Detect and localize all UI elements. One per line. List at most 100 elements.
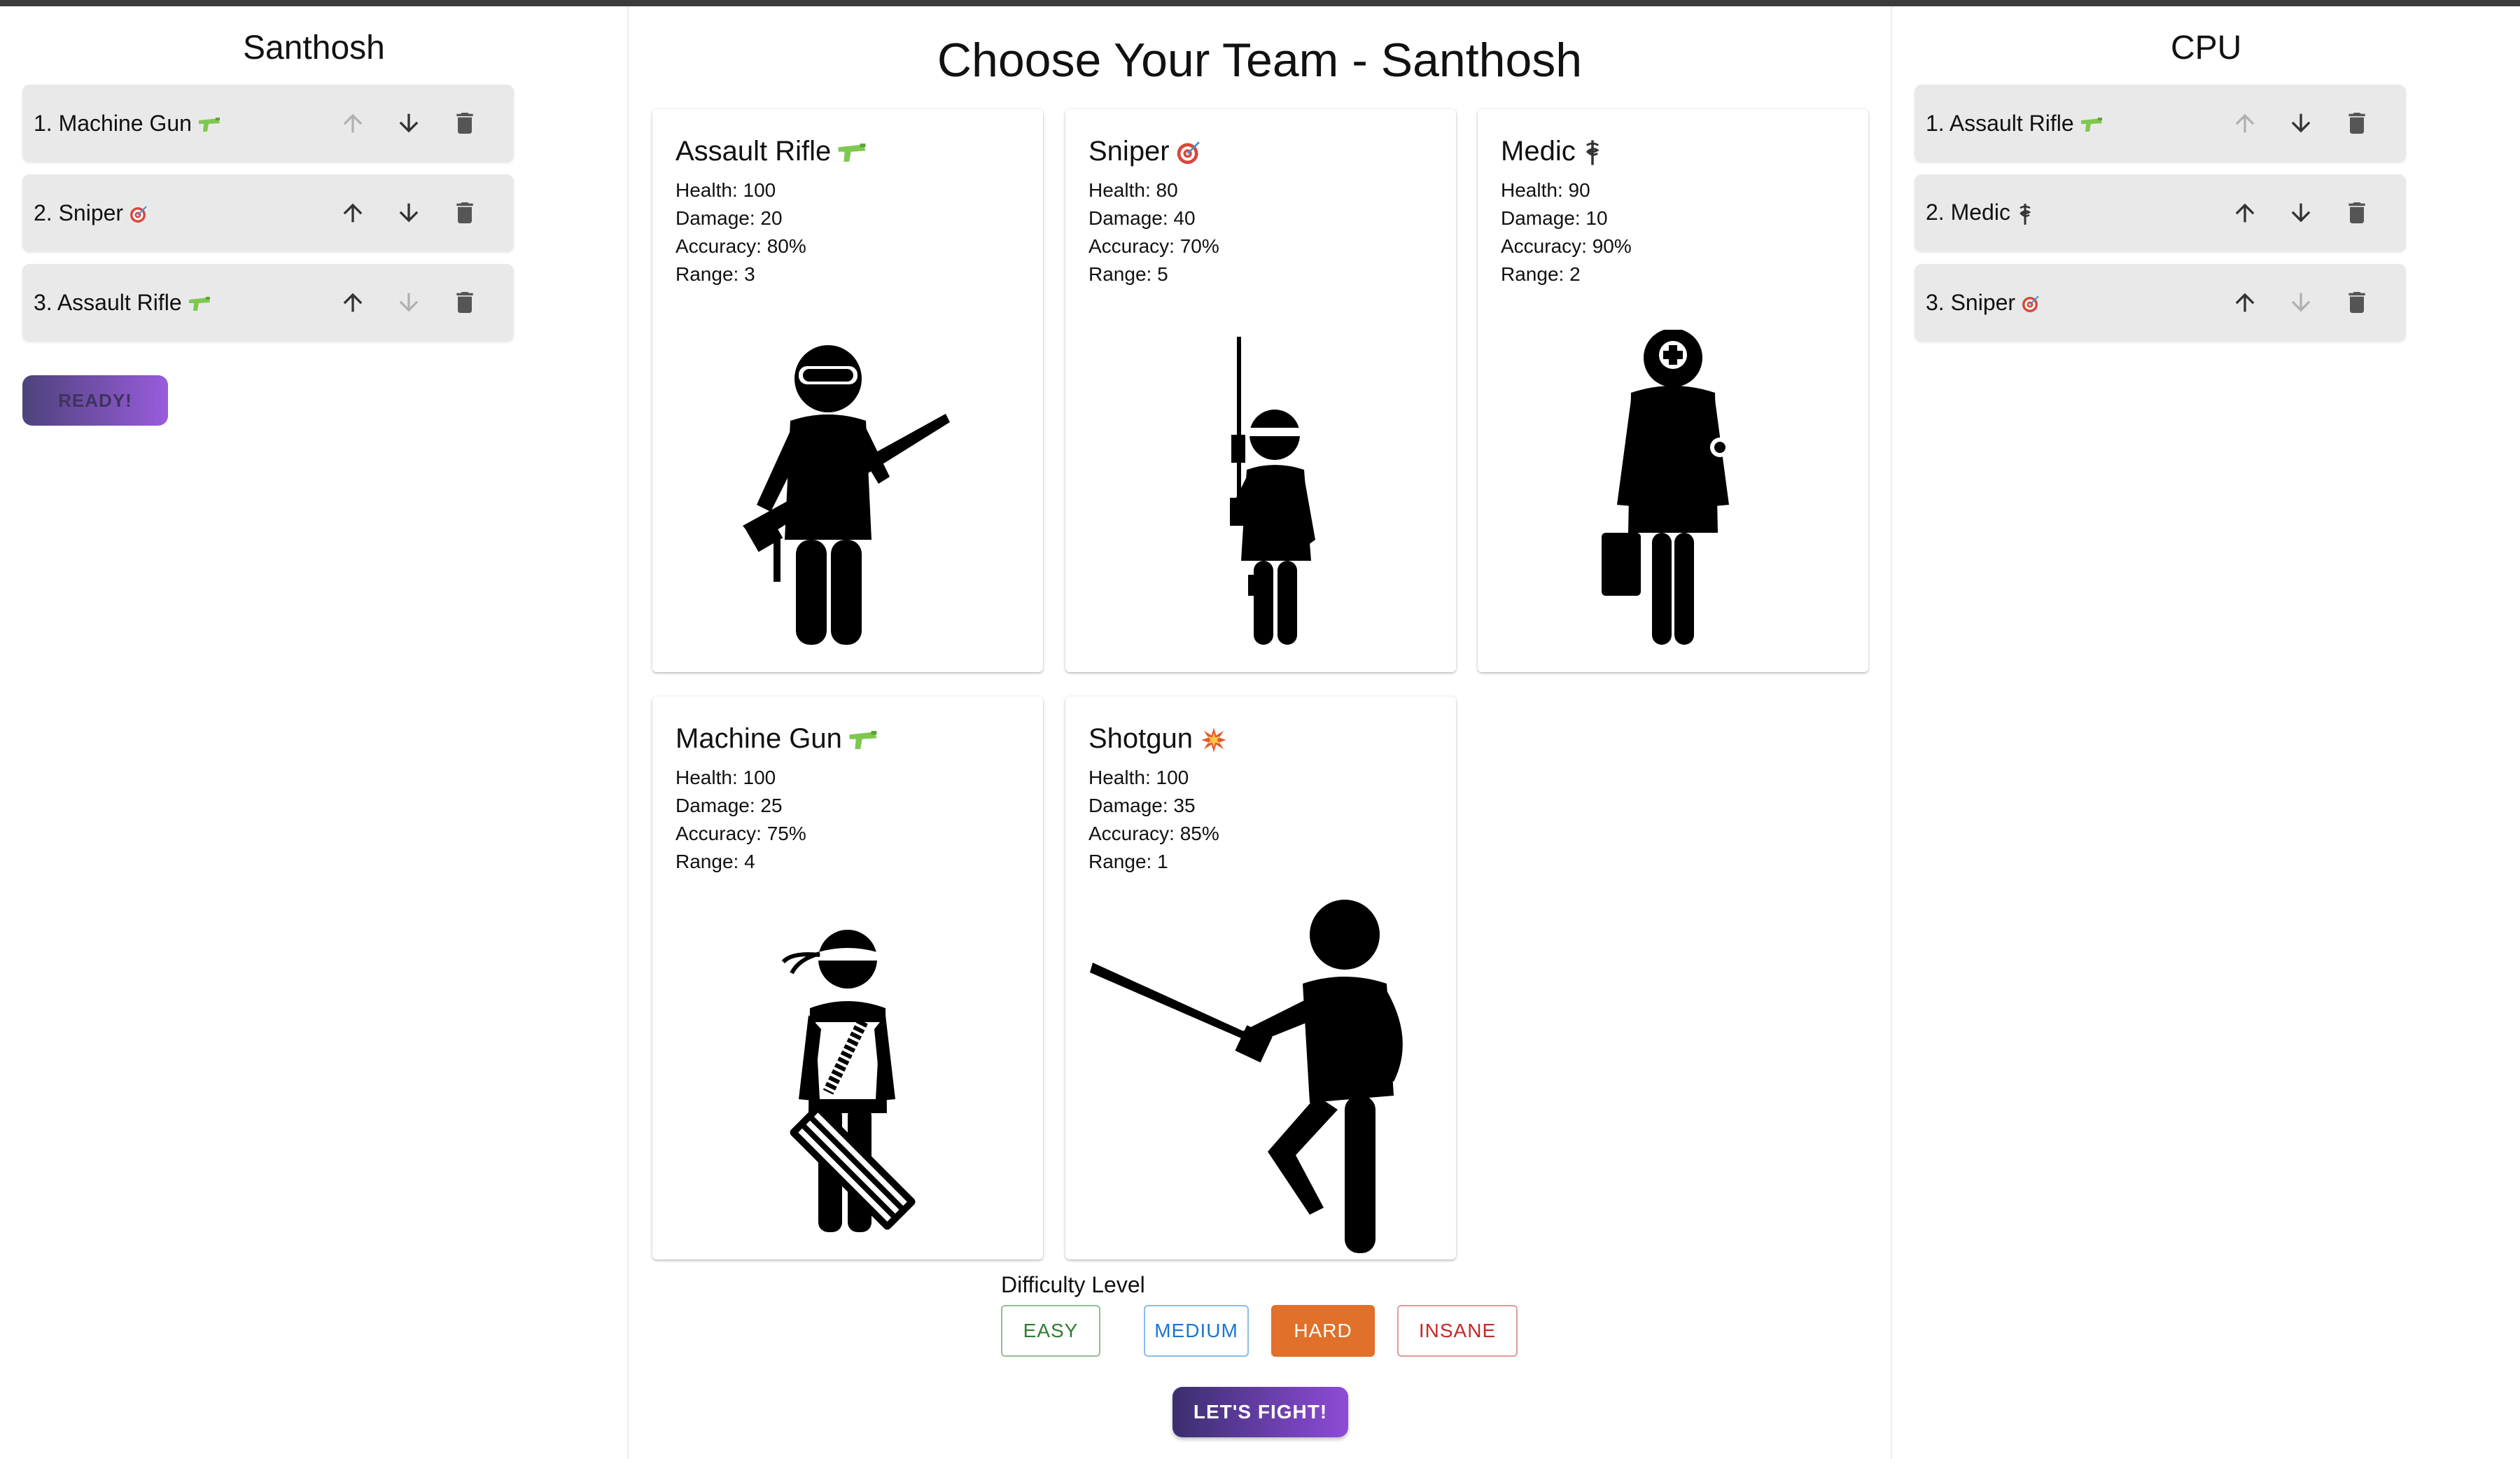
arrow-down-icon bbox=[399, 203, 419, 223]
target-icon bbox=[1177, 141, 1200, 165]
difficulty-label: Difficulty Level bbox=[1001, 1272, 1145, 1297]
unit-name: Sniper bbox=[1088, 136, 1170, 167]
arrow-up-icon bbox=[343, 203, 363, 223]
window-top-bar bbox=[0, 0, 2520, 6]
unit-accuracy: Accuracy: 75% bbox=[676, 823, 806, 844]
team-item-label: 2. Sniper bbox=[34, 200, 124, 225]
move-up-button[interactable] bbox=[2217, 185, 2273, 241]
arrow-up-icon bbox=[2235, 293, 2255, 312]
delete-button[interactable] bbox=[437, 95, 493, 151]
move-down-button[interactable] bbox=[381, 185, 437, 241]
unit-card-medic[interactable]: Medic Health: 90 Damage: 10 Accuracy: 90… bbox=[1478, 109, 1868, 672]
unit-damage: Damage: 10 bbox=[1501, 207, 1608, 229]
unit-damage: Damage: 25 bbox=[676, 795, 783, 816]
unit-range: Range: 2 bbox=[1501, 263, 1581, 285]
unit-card-shotgun[interactable]: Shotgun Health: 100 Damage: 35 Accuracy:… bbox=[1065, 697, 1456, 1259]
unit-name: Assault Rifle bbox=[676, 136, 832, 167]
unit-damage: Damage: 20 bbox=[676, 207, 783, 229]
move-down-button[interactable] bbox=[2273, 185, 2329, 241]
cpu-team-panel: CPU 1. Assault Rifle 2. Medic 3. Sniper bbox=[1891, 6, 2520, 1459]
cpu-team-item-1[interactable]: 1. Assault Rifle bbox=[1914, 85, 2406, 162]
arrow-up-icon bbox=[343, 293, 363, 312]
sniper-soldier-figure bbox=[1230, 337, 1315, 645]
player-name-heading: Santhosh bbox=[243, 29, 385, 67]
cpu-team-item-3[interactable]: 3. Sniper bbox=[1914, 264, 2406, 341]
delete-button[interactable] bbox=[2329, 274, 2385, 330]
trash-icon bbox=[2348, 113, 2365, 134]
arrow-down-icon bbox=[2291, 113, 2311, 133]
trash-icon bbox=[2348, 292, 2365, 313]
lets-fight-button[interactable]: LET'S FIGHT! bbox=[1172, 1387, 1348, 1437]
water-pistol-icon bbox=[188, 297, 210, 312]
move-up-button[interactable] bbox=[2217, 95, 2273, 151]
target-icon bbox=[2022, 295, 2039, 313]
delete-button[interactable] bbox=[2329, 95, 2385, 151]
move-down-button[interactable] bbox=[2273, 274, 2329, 330]
unit-accuracy: Accuracy: 85% bbox=[1088, 823, 1219, 844]
difficulty-insane-button[interactable]: INSANE bbox=[1397, 1305, 1518, 1357]
water-pistol-icon bbox=[838, 144, 866, 162]
unit-name: Shotgun bbox=[1088, 723, 1194, 754]
arrow-down-icon bbox=[2291, 293, 2311, 312]
arrow-down-icon bbox=[399, 113, 419, 133]
arrow-up-icon bbox=[2235, 203, 2255, 223]
player-team-list: 1. Machine Gun 2. Sniper 3. Assault Rifl… bbox=[22, 85, 514, 354]
unit-health: Health: 100 bbox=[676, 767, 776, 788]
player-team-item-3[interactable]: 3. Assault Rifle bbox=[22, 264, 514, 341]
arrow-down-icon bbox=[399, 293, 419, 312]
unit-card-sniper[interactable]: Sniper Health: 80 Damage: 40 Accuracy: 7… bbox=[1065, 109, 1456, 672]
unit-health: Health: 90 bbox=[1501, 179, 1590, 201]
water-pistol-icon bbox=[198, 118, 220, 132]
cpu-team-item-2[interactable]: 2. Medic bbox=[1914, 174, 2406, 251]
delete-button[interactable] bbox=[437, 274, 493, 330]
difficulty-hard-button[interactable]: HARD bbox=[1271, 1305, 1375, 1357]
difficulty-medium-button[interactable]: MEDIUM bbox=[1144, 1305, 1249, 1357]
team-item-label: 3. Assault Rifle bbox=[34, 289, 182, 315]
team-item-label: 1. Assault Rifle bbox=[1926, 110, 2074, 136]
unit-name: Machine Gun bbox=[676, 723, 842, 754]
unit-card-assault-rifle[interactable]: Assault Rifle Health: 100 Damage: 20 Acc… bbox=[652, 109, 1043, 672]
unit-damage: Damage: 40 bbox=[1088, 207, 1196, 229]
arrow-up-icon bbox=[2235, 113, 2255, 133]
water-pistol-icon bbox=[2080, 118, 2102, 132]
move-down-button[interactable] bbox=[381, 274, 437, 330]
unit-range: Range: 3 bbox=[676, 263, 755, 285]
unit-accuracy: Accuracy: 90% bbox=[1501, 235, 1632, 257]
move-up-button[interactable] bbox=[325, 185, 381, 241]
ready-button[interactable]: READY! bbox=[22, 375, 168, 426]
trash-icon bbox=[456, 202, 473, 223]
medical-symbol-icon bbox=[2019, 203, 2031, 225]
delete-button[interactable] bbox=[437, 185, 493, 241]
machine-gun-soldier-figure bbox=[781, 930, 916, 1232]
page-title: Choose Your Team - Santhosh bbox=[937, 34, 1583, 87]
player-team-item-2[interactable]: 2. Sniper bbox=[22, 174, 514, 251]
unit-range: Range: 1 bbox=[1088, 851, 1168, 872]
player-team-item-1[interactable]: 1. Machine Gun bbox=[22, 85, 514, 162]
move-down-button[interactable] bbox=[2273, 95, 2329, 151]
team-item-label: 1. Machine Gun bbox=[34, 110, 192, 136]
unit-name: Medic bbox=[1501, 136, 1576, 167]
water-pistol-icon bbox=[849, 731, 877, 750]
move-down-button[interactable] bbox=[381, 95, 437, 151]
medic-soldier-figure bbox=[1602, 330, 1730, 645]
cpu-name-heading: CPU bbox=[2171, 29, 2242, 67]
move-up-button[interactable] bbox=[325, 274, 381, 330]
arrow-down-icon bbox=[2291, 203, 2311, 223]
collision-icon bbox=[1201, 727, 1226, 753]
shotgun-soldier-figure bbox=[1090, 900, 1403, 1253]
delete-button[interactable] bbox=[2329, 185, 2385, 241]
move-up-button[interactable] bbox=[325, 95, 381, 151]
move-up-button[interactable] bbox=[2217, 274, 2273, 330]
unit-card-machine-gun[interactable]: Machine Gun Health: 100 Damage: 25 Accur… bbox=[652, 697, 1043, 1259]
unit-accuracy: Accuracy: 70% bbox=[1088, 235, 1219, 257]
assault-rifle-soldier-figure bbox=[743, 345, 950, 645]
unit-health: Health: 100 bbox=[1088, 767, 1189, 788]
difficulty-easy-button[interactable]: EASY bbox=[1001, 1305, 1100, 1357]
unit-range: Range: 4 bbox=[676, 851, 755, 872]
target-icon bbox=[130, 206, 147, 223]
arrow-up-icon bbox=[343, 113, 363, 133]
team-item-label: 2. Medic bbox=[1926, 200, 2010, 225]
unit-damage: Damage: 35 bbox=[1088, 795, 1196, 816]
medical-symbol-icon bbox=[1586, 140, 1600, 166]
unit-health: Health: 100 bbox=[676, 179, 776, 201]
